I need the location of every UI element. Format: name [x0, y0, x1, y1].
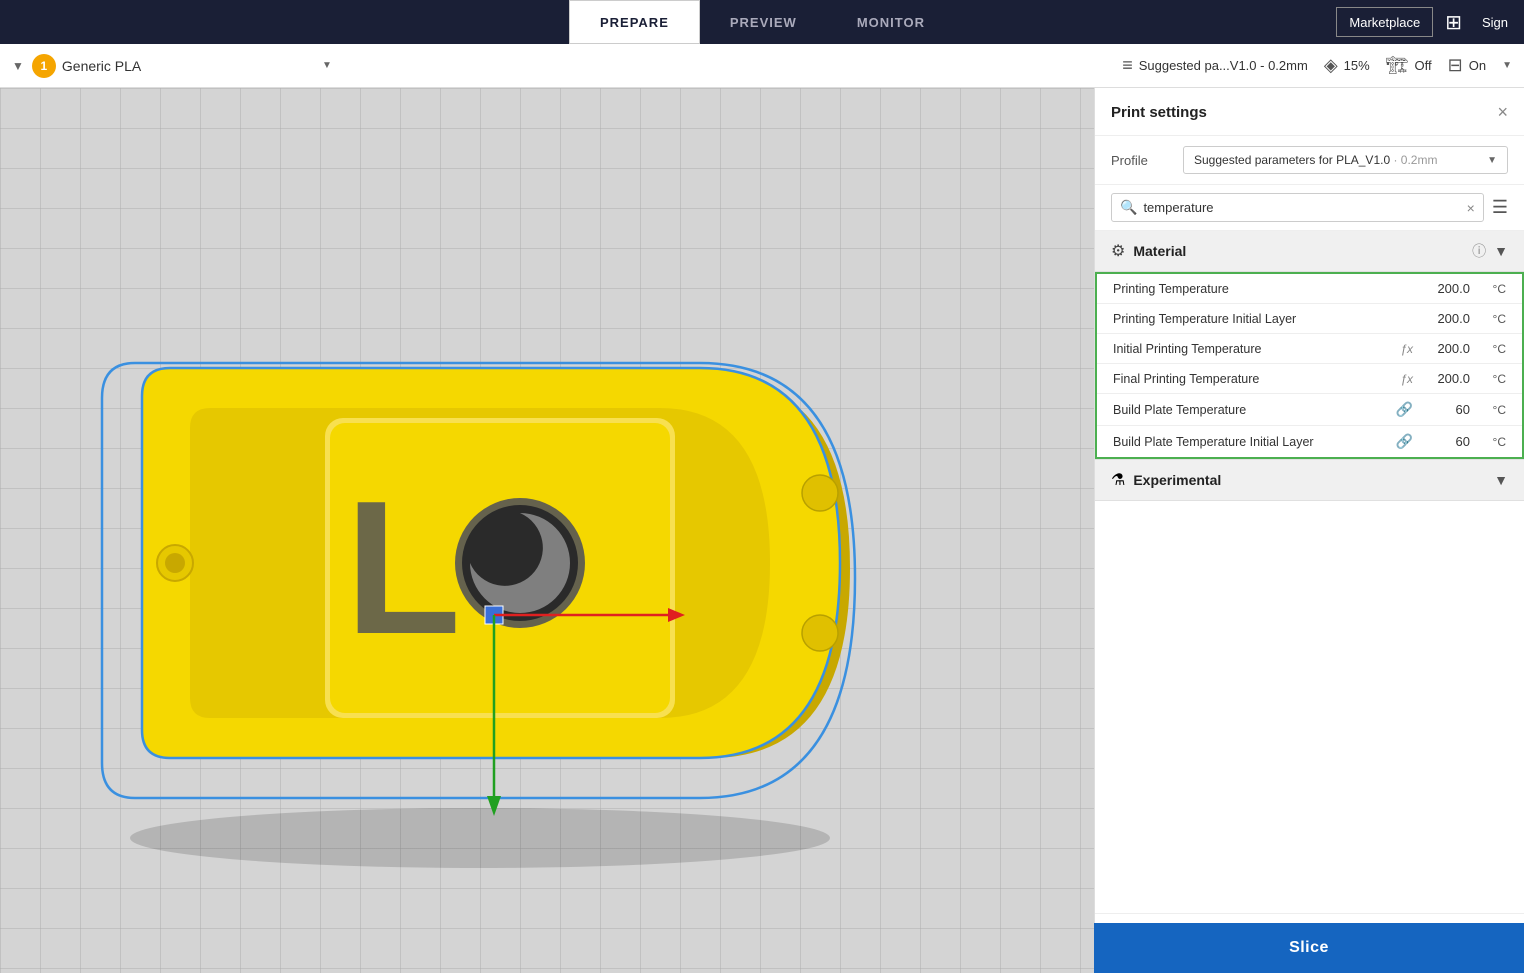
- infill-icon: ◈: [1324, 55, 1338, 76]
- setting-value-1[interactable]: 200.0: [1425, 311, 1470, 326]
- adhesion-icon: ⊟: [1448, 55, 1463, 76]
- setting-name-1: Printing Temperature Initial Layer: [1113, 312, 1417, 326]
- setting-name-5: Build Plate Temperature Initial Layer: [1113, 435, 1388, 449]
- panel-spacer: [1095, 501, 1524, 913]
- search-input[interactable]: [1143, 200, 1460, 215]
- print-settings-panel: Print settings × Profile Suggested param…: [1095, 88, 1524, 973]
- adhesion-toolbar-item[interactable]: ⊟ On: [1448, 55, 1486, 76]
- setting-name-3: Final Printing Temperature: [1113, 372, 1392, 386]
- main-toolbar: ▼ 1 Generic PLA ▼ ≡ Suggested pa...V1.0 …: [0, 44, 1524, 88]
- setting-row-printing-temp: Printing Temperature 200.0 °C: [1097, 274, 1522, 304]
- search-clear-icon[interactable]: ×: [1467, 200, 1475, 216]
- setting-name-4: Build Plate Temperature: [1113, 403, 1388, 417]
- material-info-icon[interactable]: ⓘ: [1472, 241, 1486, 261]
- setting-name-2: Initial Printing Temperature: [1113, 342, 1392, 356]
- experimental-header-left: ⚗ Experimental: [1111, 470, 1221, 490]
- toolbar-right-chevron-icon: ▼: [1502, 60, 1512, 71]
- right-panel: Print settings × Profile Suggested param…: [1094, 88, 1524, 973]
- experimental-chevron-icon[interactable]: ▼: [1494, 472, 1508, 488]
- panel-header: Print settings ×: [1095, 88, 1524, 136]
- setting-unit-0: °C: [1478, 282, 1506, 296]
- setting-row-build-plate-temp: Build Plate Temperature 🔗 60 °C: [1097, 394, 1522, 426]
- nav-right-actions: Marketplace ⊞ Sign: [1336, 0, 1524, 44]
- printer-chevron-icon: ▼: [322, 60, 332, 71]
- settings-sliders-icon: ≡: [1122, 55, 1133, 76]
- experimental-flask-icon: ⚗: [1111, 470, 1125, 490]
- setting-row-build-plate-temp-initial: Build Plate Temperature Initial Layer 🔗 …: [1097, 426, 1522, 457]
- apps-grid-icon[interactable]: ⊞: [1441, 6, 1466, 39]
- printer-number-badge: 1: [32, 54, 56, 78]
- infill-toolbar-item[interactable]: ◈ 15%: [1324, 55, 1370, 76]
- search-icon: 🔍: [1120, 199, 1137, 216]
- setting-unit-5: °C: [1478, 435, 1506, 449]
- profile-label: Profile: [1111, 153, 1171, 168]
- tab-monitor[interactable]: MONITOR: [827, 0, 955, 44]
- experimental-section-title: Experimental: [1133, 472, 1221, 488]
- section-header-left: ⚙ Material: [1111, 241, 1186, 261]
- top-navigation: PREPARE PREVIEW MONITOR Marketplace ⊞ Si…: [0, 0, 1524, 44]
- fx-icon-3: ƒx: [1400, 372, 1413, 386]
- setting-unit-2: °C: [1478, 342, 1506, 356]
- tab-prepare[interactable]: PREPARE: [569, 0, 700, 44]
- printer-collapse-icon: ▼: [12, 59, 24, 73]
- setting-value-2[interactable]: 200.0: [1425, 341, 1470, 356]
- adhesion-label: On: [1469, 58, 1486, 73]
- setting-unit-1: °C: [1478, 312, 1506, 326]
- profile-select-dropdown[interactable]: Suggested parameters for PLA_V1.0 · 0.2m…: [1183, 146, 1508, 174]
- material-chevron-icon[interactable]: ▼: [1494, 243, 1508, 259]
- profile-row: Profile Suggested parameters for PLA_V1.…: [1095, 136, 1524, 185]
- panel-close-button[interactable]: ×: [1497, 102, 1508, 123]
- filter-lines-icon[interactable]: ☰: [1492, 197, 1508, 218]
- printer-selector[interactable]: 1 Generic PLA ▼: [32, 54, 332, 78]
- support-icon: 🏗: [1386, 55, 1409, 76]
- nav-tabs: PREPARE PREVIEW MONITOR: [569, 0, 955, 44]
- setting-value-0[interactable]: 200.0: [1425, 281, 1470, 296]
- toolbar-right-section: ≡ Suggested pa...V1.0 - 0.2mm ◈ 15% 🏗 Of…: [1122, 55, 1512, 76]
- experimental-section-header[interactable]: ⚗ Experimental ▼: [1095, 459, 1524, 501]
- 3d-viewport[interactable]: L: [0, 88, 1094, 973]
- setting-value-5[interactable]: 60: [1425, 434, 1470, 449]
- profile-chevron-icon: ▼: [1487, 155, 1497, 166]
- setting-row-initial-printing-temp: Initial Printing Temperature ƒx 200.0 °C: [1097, 334, 1522, 364]
- setting-unit-4: °C: [1478, 403, 1506, 417]
- sign-in-button[interactable]: Sign: [1474, 11, 1516, 34]
- slice-button[interactable]: Slice: [1094, 923, 1524, 973]
- search-box[interactable]: 🔍 ×: [1111, 193, 1484, 222]
- setting-value-4[interactable]: 60: [1425, 402, 1470, 417]
- support-label: Off: [1415, 58, 1432, 73]
- tab-preview[interactable]: PREVIEW: [700, 0, 827, 44]
- printer-dropdown-toggle[interactable]: ▼: [12, 59, 24, 73]
- setting-value-3[interactable]: 200.0: [1425, 371, 1470, 386]
- setting-row-final-printing-temp: Final Printing Temperature ƒx 200.0 °C: [1097, 364, 1522, 394]
- material-icon: ⚙: [1111, 241, 1125, 261]
- printer-name-label: Generic PLA: [62, 58, 141, 74]
- settings-toolbar-item[interactable]: ≡ Suggested pa...V1.0 - 0.2mm: [1122, 55, 1308, 76]
- search-row: 🔍 × ☰: [1095, 185, 1524, 231]
- infill-percent-label: 15%: [1344, 58, 1370, 73]
- setting-name-0: Printing Temperature: [1113, 282, 1417, 296]
- link-icon-4: 🔗: [1396, 401, 1413, 418]
- fx-icon-2: ƒx: [1400, 342, 1413, 356]
- viewport-svg: L: [0, 88, 1094, 973]
- panel-title: Print settings: [1111, 104, 1207, 121]
- main-area: L: [0, 88, 1524, 973]
- setting-unit-3: °C: [1478, 372, 1506, 386]
- profile-value: Suggested parameters for PLA_V1.0 · 0.2m…: [1194, 153, 1437, 167]
- marketplace-button[interactable]: Marketplace: [1336, 7, 1433, 37]
- svg-text:L: L: [345, 462, 461, 674]
- material-section-header[interactable]: ⚙ Material ⓘ ▼: [1095, 231, 1524, 272]
- material-section-title: Material: [1133, 243, 1186, 259]
- support-toolbar-item[interactable]: 🏗 Off: [1386, 55, 1432, 76]
- bottom-bar: Slice: [1094, 923, 1524, 973]
- settings-table: Printing Temperature 200.0 °C Printing T…: [1095, 272, 1524, 459]
- suggested-params-label: Suggested pa...V1.0 - 0.2mm: [1139, 58, 1308, 73]
- section-header-right: ⓘ ▼: [1472, 241, 1508, 261]
- link-icon-5: 🔗: [1396, 433, 1413, 450]
- setting-row-printing-temp-initial: Printing Temperature Initial Layer 200.0…: [1097, 304, 1522, 334]
